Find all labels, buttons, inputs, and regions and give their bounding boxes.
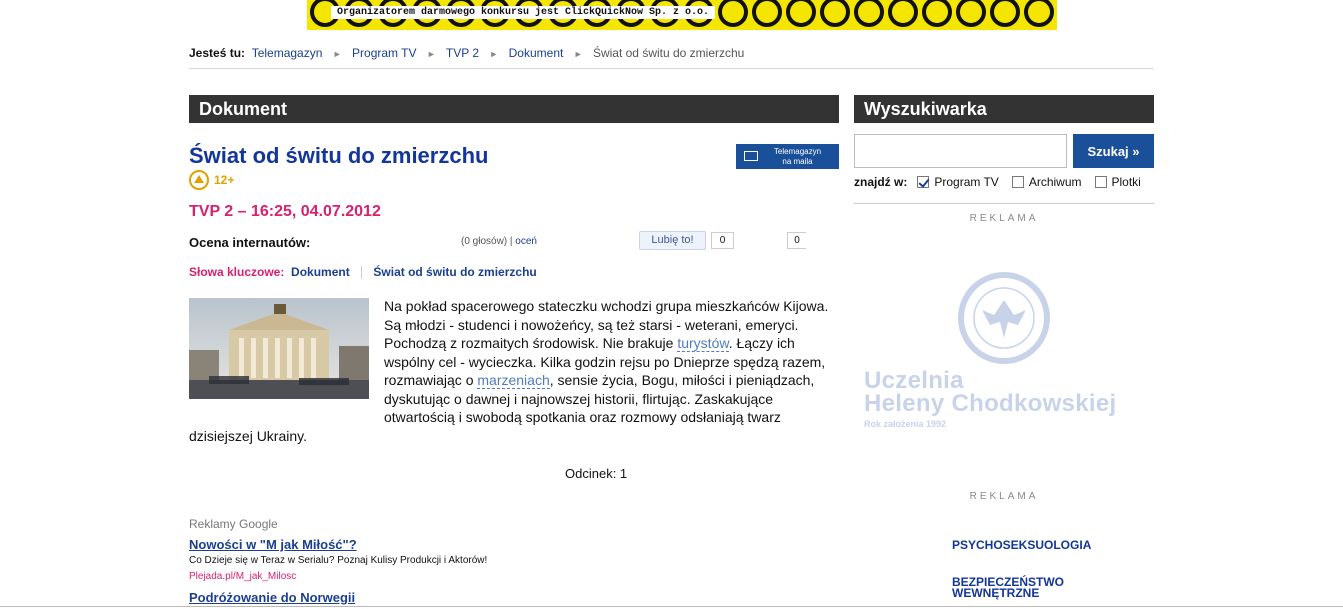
breadcrumb-separator: ► <box>489 49 499 59</box>
section-header-dokument: Dokument <box>189 95 839 123</box>
breadcrumb-separator: ► <box>573 49 583 59</box>
keyword-link[interactable]: Dokument <box>291 265 350 279</box>
keyword-link[interactable]: Świat od świtu do zmierzchu <box>373 265 536 279</box>
breadcrumb-separator: ► <box>332 49 342 59</box>
votes-info: (0 głosów) | oceń <box>461 236 537 247</box>
breadcrumb-tvp2[interactable]: TVP 2 <box>446 46 479 60</box>
uhc-founded: Rok założenia 1992 <box>864 419 947 429</box>
ad-link-psychoseksuologia[interactable]: PSYCHOSEKSUOLOGIA <box>952 538 1091 552</box>
filter-label: Plotki <box>1111 175 1141 189</box>
ad-text: Co Dzieje się w Teraz w Serialu? Poznaj … <box>189 555 488 566</box>
age-rating: 12+ <box>189 170 234 190</box>
breadcrumb-dokument[interactable]: Dokument <box>509 46 564 60</box>
filter-label: Program TV <box>934 175 999 189</box>
keyword-link-marzeniach[interactable]: marzeniach <box>477 372 550 389</box>
ad-title-link[interactable]: Nowości w "M jak Miłość"? <box>189 537 357 552</box>
search-button[interactable]: Szukaj » <box>1073 134 1154 168</box>
breadcrumb-separator: ► <box>426 49 436 59</box>
keyword-link-turystow[interactable]: turystów <box>677 335 729 352</box>
uhc-seal-icon <box>958 272 1050 364</box>
show-title: Świat od świtu do zmierzchu <box>189 143 489 168</box>
filter-archiwum[interactable]: Archiwum <box>1011 175 1082 189</box>
banner-text: Organizatorem darmowego konkursu jest Cl… <box>331 6 716 19</box>
breadcrumb: Jesteś tu: Telemagazyn ► Program TV ► TV… <box>189 46 1154 69</box>
checkbox-program-tv[interactable] <box>917 176 930 188</box>
age-rating-label: 12+ <box>214 173 235 187</box>
ad-label-2: REKLAMA <box>969 491 1039 502</box>
rating-label: Ocena internautów: <box>189 235 311 250</box>
breadcrumb-lead: Jesteś tu: <box>189 46 246 60</box>
photo-spacer <box>189 297 384 409</box>
filter-plotki[interactable]: Plotki <box>1094 175 1141 189</box>
keyword-divider <box>361 266 363 280</box>
top-banner-ad[interactable]: Organizatorem darmowego konkursu jest Cl… <box>307 0 1057 30</box>
filter-label: Archiwum <box>1028 175 1082 189</box>
votes-count: (0 głosów) | <box>461 236 513 247</box>
age-warning-icon <box>189 170 209 190</box>
ad-link-line2: WEWNĘTRZNE <box>952 586 1040 600</box>
envelope-icon <box>744 151 758 161</box>
like-count: 0 <box>711 232 734 249</box>
google-ads-heading: Reklamy Google <box>189 517 278 531</box>
checkbox-archiwum[interactable] <box>1011 176 1024 188</box>
airing-info: TVP 2 – 16:25, 04.07.2012 <box>189 203 381 220</box>
keywords: Słowa kluczowe: Dokument Świat od świtu … <box>189 265 537 280</box>
search-filters: znajdź w: Program TV Archiwum Plotki <box>854 175 1154 189</box>
facebook-like-button[interactable]: Lubię to! <box>639 231 706 250</box>
newsletter-line2: na maila <box>782 157 813 166</box>
newsletter-line1: Telemagazyn <box>773 147 822 156</box>
uhc-name-line2: Heleny Chodkowskiej <box>864 390 1117 417</box>
ad-label: REKLAMA <box>969 213 1039 224</box>
keywords-label: Słowa kluczowe: <box>189 265 285 279</box>
ad-link-bezpieczenstwo[interactable]: BEZPIECZEŃSTWO WEWNĘTRZNE <box>952 576 1064 600</box>
section-header-search: Wyszukiwarka <box>854 95 1154 123</box>
breadcrumb-current: Świat od świtu do zmierzchu <box>592 46 745 60</box>
window-bottom-edge <box>0 606 1343 607</box>
sidebar-divider <box>854 203 1154 204</box>
filters-label: znajdź w: <box>854 175 908 189</box>
filter-program-tv[interactable]: Program TV <box>917 175 999 189</box>
rate-link[interactable]: oceń <box>515 236 537 247</box>
share-count: 0 <box>787 232 806 249</box>
show-description: Na pokład spacerowego stateczku wchodzi … <box>189 297 837 445</box>
breadcrumb-program-tv[interactable]: Program TV <box>352 46 416 60</box>
ad-title-link-2[interactable]: Podróżowanie do Norwegii <box>189 590 355 605</box>
newsletter-button[interactable]: Telemagazyn na maila <box>736 144 839 169</box>
ad-url-link[interactable]: Plejada.pl/M_jak_Milosc <box>189 571 296 582</box>
checkbox-plotki[interactable] <box>1094 176 1107 188</box>
search-input[interactable] <box>854 134 1067 168</box>
episode-number: Odcinek: 1 <box>565 466 628 481</box>
breadcrumb-telemagazyn[interactable]: Telemagazyn <box>252 46 323 60</box>
